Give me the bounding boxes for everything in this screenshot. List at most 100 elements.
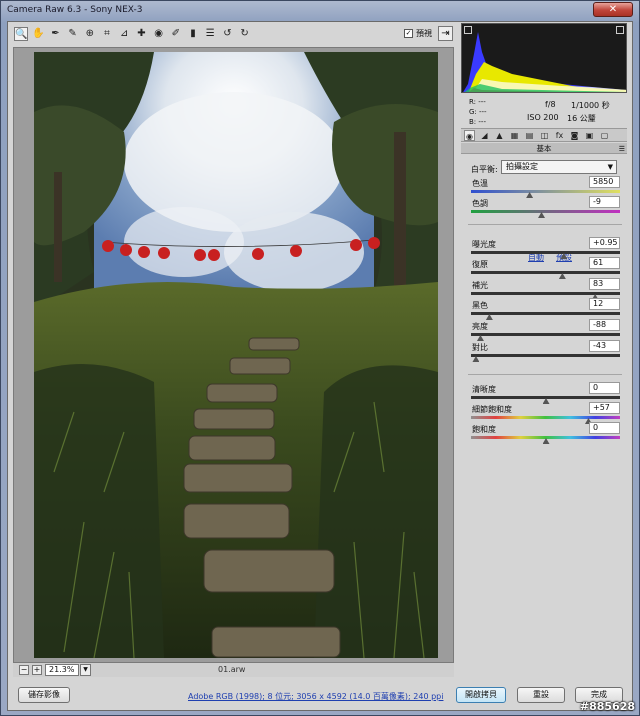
slider-track[interactable] xyxy=(471,312,620,320)
stairs-photo xyxy=(34,52,438,658)
slider-track[interactable] xyxy=(471,292,620,300)
fullscreen-toggle-button[interactable]: ⇥ xyxy=(438,26,453,41)
tab-hsl-icon[interactable]: ▦ xyxy=(509,130,520,141)
spot-removal-tool-icon[interactable]: ✚ xyxy=(134,27,148,41)
slider-track[interactable] xyxy=(471,436,620,444)
straighten-tool-icon[interactable]: ⊿ xyxy=(117,27,131,41)
white-balance-tool-icon[interactable]: ✒ xyxy=(48,27,62,41)
zoom-in-button[interactable]: + xyxy=(32,665,42,675)
rotate-right-icon[interactable]: ↻ xyxy=(238,27,252,41)
slider-value-field[interactable]: 0 xyxy=(589,382,620,394)
workflow-options-link[interactable]: Adobe RGB (1998); 8 位元; 3056 x 4592 (14.… xyxy=(188,691,443,702)
slider-label: 黑色 xyxy=(472,301,488,310)
tab-basic-icon[interactable]: ◉ xyxy=(464,130,475,141)
slider-value-field[interactable]: -9 xyxy=(589,196,620,208)
histogram xyxy=(461,23,627,93)
white-balance-select[interactable]: 拍攝設定 ▼ xyxy=(501,160,617,174)
slider-thumb[interactable] xyxy=(538,212,546,218)
right-panel: R: --- G: --- B: --- f/8 1/1000 秒 ISO 20… xyxy=(458,22,632,680)
hand-tool-icon[interactable]: ✋ xyxy=(31,27,45,41)
slider-value-field[interactable]: 0 xyxy=(589,422,620,434)
tab-detail-icon[interactable]: ▲ xyxy=(494,130,505,141)
tab-presets-icon[interactable]: ▣ xyxy=(584,130,595,141)
slider-value-field[interactable]: +0.95 xyxy=(589,237,620,249)
zoom-level-field[interactable]: 21.3% xyxy=(45,664,79,676)
slider-thumb[interactable] xyxy=(476,335,484,341)
slider-label: 對比 xyxy=(472,343,488,352)
panel-divider xyxy=(468,224,622,225)
slider-thumb[interactable] xyxy=(542,398,550,404)
camera-raw-window: Camera Raw 6.3 - Sony NEX-3 ✕ ✓ 預視 ⇥ 🔍 ✋ ✒… xyxy=(0,0,640,716)
preview-image[interactable] xyxy=(34,52,438,658)
panel-menu-icon[interactable]: ☰ xyxy=(619,144,625,155)
client-area: ✓ 預視 ⇥ 🔍 ✋ ✒ ✎ ⊕ ⌗ ⊿ ✚ ◉ ✐ ▮ ☰ ↺ ↻ − + 2… xyxy=(7,21,633,711)
slider-track[interactable] xyxy=(471,210,620,218)
slider-value-field[interactable]: -88 xyxy=(589,319,620,331)
save-image-button[interactable]: 儲存影像 xyxy=(18,687,70,703)
chevron-down-icon: ▼ xyxy=(607,163,613,171)
slider-thumb[interactable] xyxy=(542,438,550,444)
slider-thumb[interactable] xyxy=(558,273,566,279)
file-name: 01.arw xyxy=(218,665,246,674)
iso: ISO 200 xyxy=(527,113,559,122)
tab-tone-curve-icon[interactable]: ◢ xyxy=(479,130,490,141)
window-title: Camera Raw 6.3 - Sony NEX-3 xyxy=(7,5,143,15)
panel-tabs: ◉ ◢ ▲ ▦ ▤ ◫ fx ◙ ▣ ▢ xyxy=(461,128,627,142)
slider-track[interactable] xyxy=(471,396,620,404)
shadow-clipping-warning-icon[interactable] xyxy=(464,26,472,34)
color-sampler-tool-icon[interactable]: ✎ xyxy=(66,27,80,41)
slider-value-field[interactable]: 12 xyxy=(589,298,620,310)
preview-canvas[interactable] xyxy=(13,47,454,663)
shutter-speed: 1/1000 秒 xyxy=(571,101,610,110)
slider-thumb[interactable] xyxy=(485,314,493,320)
white-balance-value: 拍攝設定 xyxy=(506,162,538,171)
tab-lens-corrections-icon[interactable]: ◫ xyxy=(539,130,550,141)
preferences-icon[interactable]: ☰ xyxy=(203,27,217,41)
graduated-filter-icon[interactable]: ▮ xyxy=(186,27,200,41)
zoom-bar: − + 21.3% ▼ 01.arw xyxy=(13,663,454,677)
tab-split-toning-icon[interactable]: ▤ xyxy=(524,130,535,141)
readout-b: B: --- xyxy=(469,118,486,126)
watermark-text: #885628 xyxy=(579,700,635,713)
rotate-left-icon[interactable]: ↺ xyxy=(220,27,234,41)
slider-track[interactable] xyxy=(471,271,620,279)
aperture: f/8 xyxy=(545,100,556,109)
slider-track[interactable] xyxy=(471,251,620,259)
close-button[interactable]: ✕ xyxy=(593,2,633,17)
slider-track[interactable] xyxy=(471,190,620,198)
slider-thumb[interactable] xyxy=(472,356,480,362)
slider-label: 亮度 xyxy=(472,322,488,331)
highlight-clipping-warning-icon[interactable] xyxy=(616,26,624,34)
slider-label: 補光 xyxy=(472,281,488,290)
reset-button[interactable]: 重設 xyxy=(517,687,565,703)
slider-label: 色調 xyxy=(472,199,488,208)
target-adjustment-tool-icon[interactable]: ⊕ xyxy=(83,27,97,41)
histogram-graph xyxy=(463,32,626,92)
zoom-out-button[interactable]: − xyxy=(19,665,29,675)
slider-label: 飽和度 xyxy=(472,425,496,434)
zoom-dropdown-button[interactable]: ▼ xyxy=(80,664,91,676)
open-copy-button[interactable]: 開啟拷貝 xyxy=(456,687,506,703)
slider-value-field[interactable]: +57 xyxy=(589,402,620,414)
slider-track[interactable] xyxy=(471,416,620,424)
crop-tool-icon[interactable]: ⌗ xyxy=(100,27,114,41)
slider-track[interactable] xyxy=(471,333,620,341)
footer: 儲存影像 Adobe RGB (1998); 8 位元; 3056 x 4592… xyxy=(8,682,632,710)
slider-value-field[interactable]: 5850 xyxy=(589,176,620,188)
white-balance-label: 白平衡: xyxy=(471,165,498,174)
slider-value-field[interactable]: 61 xyxy=(589,257,620,269)
tab-effects-icon[interactable]: fx xyxy=(554,130,565,141)
focal-length: 16 公釐 xyxy=(567,114,596,123)
red-eye-tool-icon[interactable]: ◉ xyxy=(152,27,166,41)
zoom-tool-icon[interactable]: 🔍 xyxy=(14,27,28,41)
slider-label: 清晰度 xyxy=(472,385,496,394)
preview-checkbox[interactable]: ✓ xyxy=(404,29,413,38)
tab-camera-calibration-icon[interactable]: ◙ xyxy=(569,130,580,141)
tab-snapshots-icon[interactable]: ▢ xyxy=(599,130,610,141)
slider-value-field[interactable]: 83 xyxy=(589,278,620,290)
adjustment-brush-icon[interactable]: ✐ xyxy=(169,27,183,41)
panel-title-text: 基本 xyxy=(536,144,552,153)
slider-thumb[interactable] xyxy=(526,192,534,198)
slider-track[interactable] xyxy=(471,354,620,362)
slider-value-field[interactable]: -43 xyxy=(589,340,620,352)
